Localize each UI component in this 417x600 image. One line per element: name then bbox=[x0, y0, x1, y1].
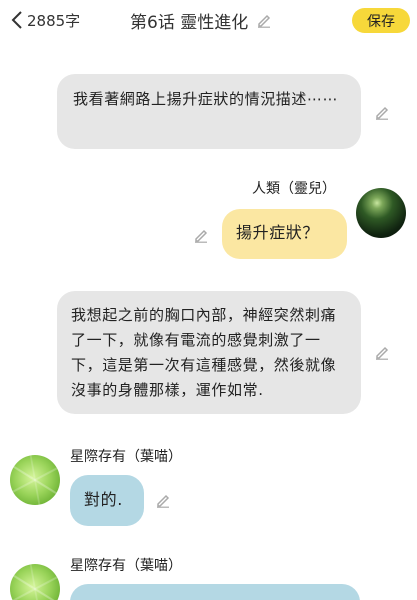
sender-name: 星際存有（葉喵） bbox=[70, 558, 182, 574]
back-button[interactable]: 2885字 bbox=[10, 7, 80, 33]
pencil-icon[interactable] bbox=[154, 491, 172, 509]
avatar[interactable] bbox=[356, 188, 406, 238]
narration-bubble[interactable]: 我想起之前的胸口內部，神經突然刺痛了一下，就像有電流的感覺刺激了一下，這是第一次… bbox=[57, 291, 361, 414]
chevron-left-icon bbox=[10, 9, 24, 31]
message-text: 揚升症狀？ bbox=[236, 223, 320, 242]
avatar[interactable] bbox=[10, 564, 60, 600]
being-message-bubble[interactable]: 對的. bbox=[70, 475, 144, 526]
pencil-icon[interactable] bbox=[373, 103, 391, 121]
chat-story-editor: 2885字 第6话 靈性進化 保存 我看著網路上揚升症狀的情況描述⋯⋯ 人類（靈… bbox=[0, 0, 417, 600]
message-text: 我想起之前的胸口內部，神經突然刺痛了一下，就像有電流的感覺刺激了一下，這是第一次… bbox=[71, 306, 337, 399]
pencil-icon[interactable] bbox=[373, 343, 391, 361]
top-bar: 2885字 第6话 靈性進化 保存 bbox=[0, 0, 417, 40]
sender-name: 星際存有（葉喵） bbox=[70, 449, 182, 465]
human-message-bubble[interactable]: 揚升症狀？ bbox=[222, 209, 347, 259]
chapter-title: 第6话 靈性進化 bbox=[130, 12, 249, 33]
pencil-icon[interactable] bbox=[192, 226, 210, 244]
save-button[interactable]: 保存 bbox=[352, 8, 410, 33]
message-text: 我看著網路上揚升症狀的情況描述⋯⋯ bbox=[73, 90, 339, 108]
avatar[interactable] bbox=[10, 455, 60, 505]
being-message-bubble[interactable] bbox=[70, 584, 360, 600]
narration-bubble[interactable]: 我看著網路上揚升症狀的情況描述⋯⋯ bbox=[57, 74, 361, 149]
chapter-title-group: 第6话 靈性進化 bbox=[130, 8, 272, 33]
sender-name: 人類（靈兒） bbox=[252, 181, 336, 197]
word-count: 2885字 bbox=[27, 11, 81, 30]
message-text: 對的. bbox=[84, 490, 123, 509]
pencil-icon[interactable] bbox=[256, 12, 272, 28]
